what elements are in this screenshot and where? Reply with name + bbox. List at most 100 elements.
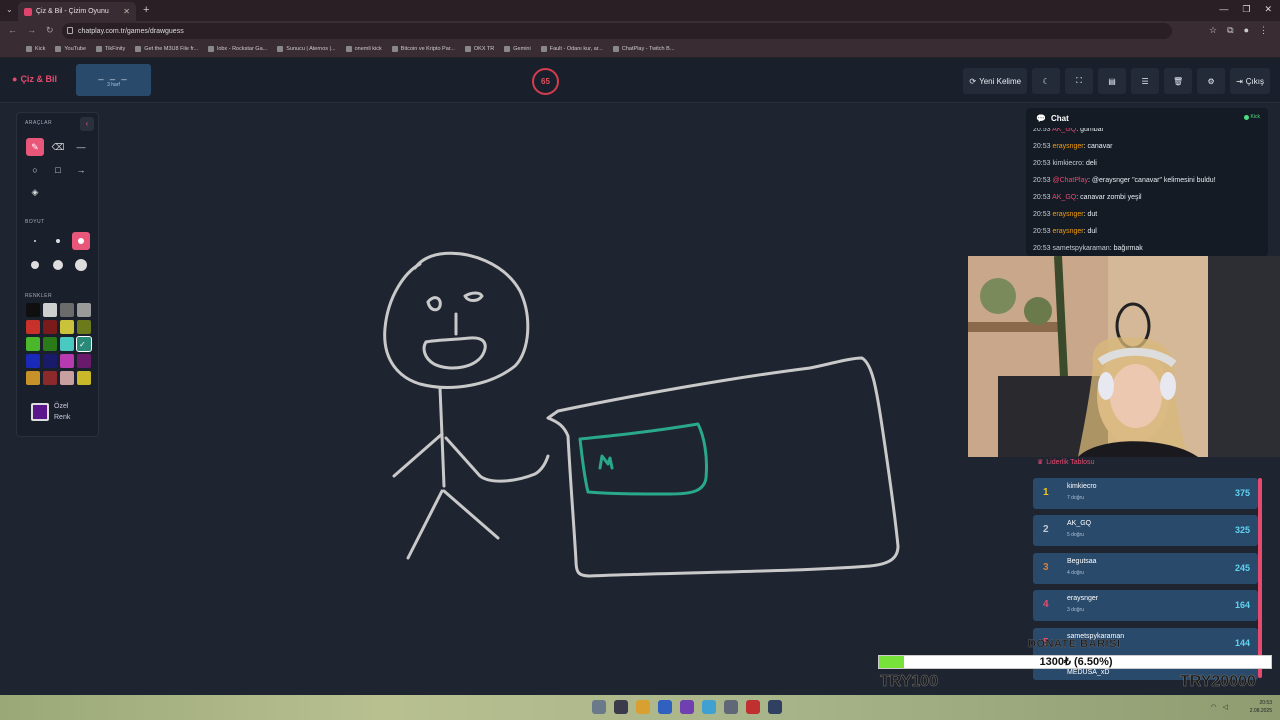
message-time: 20:53 — [1033, 228, 1051, 235]
extensions-icon[interactable]: ⧉ — [1227, 25, 1233, 36]
message-username[interactable]: eraysnger — [1052, 211, 1083, 218]
forward-icon[interactable]: → — [27, 25, 36, 36]
browser-tab[interactable]: Çiz & Bil - Çizim Oyunu ✕ — [18, 2, 136, 21]
chat-messages[interactable]: 20:53 AK_GQ: gumbal 20:53 eraysnger: cana… — [1033, 128, 1265, 256]
bookmark-item[interactable]: YouTube — [55, 46, 86, 52]
color-swatch[interactable] — [26, 303, 40, 317]
new-tab-icon[interactable]: + — [143, 4, 149, 16]
bookmark-item[interactable]: Kick — [26, 46, 45, 52]
close-tab-icon[interactable]: ✕ — [123, 7, 130, 16]
volume-icon[interactable]: ◁ — [1223, 703, 1228, 711]
color-swatch[interactable] — [77, 303, 91, 317]
reload-icon[interactable]: ↻ — [46, 25, 54, 36]
color-swatch[interactable] — [43, 337, 57, 351]
arrow-tool-button[interactable]: → — [72, 161, 90, 179]
bookmark-item[interactable]: Fault - Odanı kur, ar... — [540, 46, 603, 52]
message-username[interactable]: sametspykaraman — [1052, 245, 1109, 252]
color-swatch[interactable] — [60, 303, 74, 317]
menu-icon[interactable]: ⋮ — [1259, 25, 1268, 36]
color-swatch[interactable] — [43, 371, 57, 385]
bookmark-label: ChatPlay - Twitch B... — [621, 46, 675, 52]
tab-menu-icon[interactable]: ⌄ — [6, 5, 13, 14]
site-info-icon[interactable] — [67, 27, 73, 34]
color-swatch[interactable] — [60, 354, 74, 368]
system-clock[interactable]: 20:53 2.08.2025 — [1250, 699, 1272, 715]
color-swatch[interactable] — [77, 354, 91, 368]
fullscreen-button[interactable]: ⛶ — [1065, 68, 1094, 94]
app-icon-5[interactable] — [746, 700, 760, 714]
size-2-button[interactable] — [49, 232, 67, 250]
color-swatch[interactable] — [77, 320, 91, 334]
url-input[interactable]: chatplay.com.tr/games/drawguess — [62, 23, 1172, 39]
file-explorer-icon[interactable] — [592, 700, 606, 714]
os-taskbar: ◠ ◁ 20:53 2.08.2025 — [0, 695, 1280, 720]
color-swatch[interactable] — [43, 354, 57, 368]
collapse-panel-button[interactable]: ‹ — [80, 117, 94, 131]
size-3-button[interactable] — [72, 232, 90, 250]
color-swatch[interactable] — [26, 371, 40, 385]
bookmark-item[interactable]: onemli kick — [345, 46, 382, 52]
color-swatch[interactable] — [26, 337, 40, 351]
minimize-icon[interactable]: — — [1219, 4, 1228, 15]
app-icon-2[interactable] — [658, 700, 672, 714]
message-username[interactable]: @ChatPlay — [1052, 177, 1088, 184]
color-swatch[interactable] — [43, 303, 57, 317]
color-swatch[interactable] — [60, 337, 74, 351]
close-window-icon[interactable]: ✕ — [1264, 4, 1272, 15]
message-username[interactable]: kimkiecro — [1052, 160, 1082, 167]
size-4-button[interactable] — [26, 256, 44, 274]
discord-icon[interactable] — [680, 700, 694, 714]
eraser-tool-button[interactable]: ⌫ — [49, 138, 67, 156]
app-icon-3[interactable] — [702, 700, 716, 714]
bookmark-label: Get the M3U8 File fr... — [144, 46, 199, 52]
bookmark-item[interactable]: Get the M3U8 File fr... — [135, 46, 198, 52]
theme-toggle-button[interactable]: ☾ — [1032, 68, 1061, 94]
bookmark-item[interactable]: TikFinity — [96, 46, 125, 52]
color-swatch[interactable] — [26, 320, 40, 334]
bookmark-item[interactable]: lobx - Rockstar Ga... — [208, 46, 267, 52]
size-5-button[interactable] — [49, 256, 67, 274]
delete-button[interactable]: 🗑 — [1164, 68, 1193, 94]
color-swatch[interactable] — [77, 371, 91, 385]
leaderboard-scrollbar[interactable] — [1258, 478, 1262, 678]
new-word-button[interactable]: ⟳ Yeni Kelime — [963, 68, 1028, 94]
circle-tool-button[interactable]: ○ — [26, 161, 44, 179]
maximize-icon[interactable]: ❐ — [1242, 4, 1250, 15]
logout-button[interactable]: ⇥ Çıkış — [1230, 68, 1270, 94]
app-icon-1[interactable] — [614, 700, 628, 714]
color-swatch[interactable] — [43, 320, 57, 334]
bookmark-item[interactable]: ChatPlay - Twitch B... — [612, 46, 675, 52]
chrome-icon[interactable] — [636, 700, 650, 714]
list-button[interactable]: ☰ — [1131, 68, 1160, 94]
message-username[interactable]: AK_GQ — [1052, 194, 1076, 201]
app-icon-4[interactable] — [724, 700, 738, 714]
steam-icon[interactable] — [768, 700, 782, 714]
pencil-tool-button[interactable]: ✎ — [26, 138, 44, 156]
message-username[interactable]: AK_GQ — [1052, 128, 1076, 133]
bookmark-item[interactable]: Gemini — [504, 46, 531, 52]
bookmark-item[interactable]: OKX TR — [464, 46, 494, 52]
drawing-canvas[interactable] — [10, 106, 1011, 686]
back-icon[interactable]: ← — [8, 25, 17, 36]
custom-color-picker[interactable] — [31, 403, 49, 421]
keyboard-button[interactable]: ▤ — [1098, 68, 1127, 94]
message-username[interactable]: eraysnger — [1052, 228, 1083, 235]
bookmark-item[interactable]: Bitcoin ve Kripto Par... — [391, 46, 455, 52]
fill-tool-button[interactable]: ◈ — [26, 183, 44, 201]
bookmark-item[interactable]: Sunucu | Aternos |... — [277, 46, 336, 52]
size-1-button[interactable] — [26, 232, 44, 250]
wifi-icon[interactable]: ◠ — [1211, 703, 1217, 711]
colors-heading: RENKLER — [25, 293, 53, 299]
bookmark-label: Sunucu | Aternos |... — [286, 46, 336, 52]
size-6-button[interactable] — [72, 256, 90, 274]
color-swatch[interactable] — [60, 371, 74, 385]
color-swatch[interactable] — [26, 354, 40, 368]
bookmark-star-icon[interactable]: ☆ — [1209, 25, 1217, 36]
line-tool-button[interactable]: — — [72, 138, 90, 156]
color-swatch[interactable] — [60, 320, 74, 334]
settings-button[interactable]: ⚙ — [1197, 68, 1226, 94]
app-logo[interactable]: ● Çiz & Bil — [12, 74, 57, 84]
profile-avatar[interactable]: ● — [1244, 25, 1249, 36]
rectangle-tool-button[interactable]: □ — [49, 161, 67, 179]
message-username[interactable]: eraysnger — [1052, 143, 1083, 150]
